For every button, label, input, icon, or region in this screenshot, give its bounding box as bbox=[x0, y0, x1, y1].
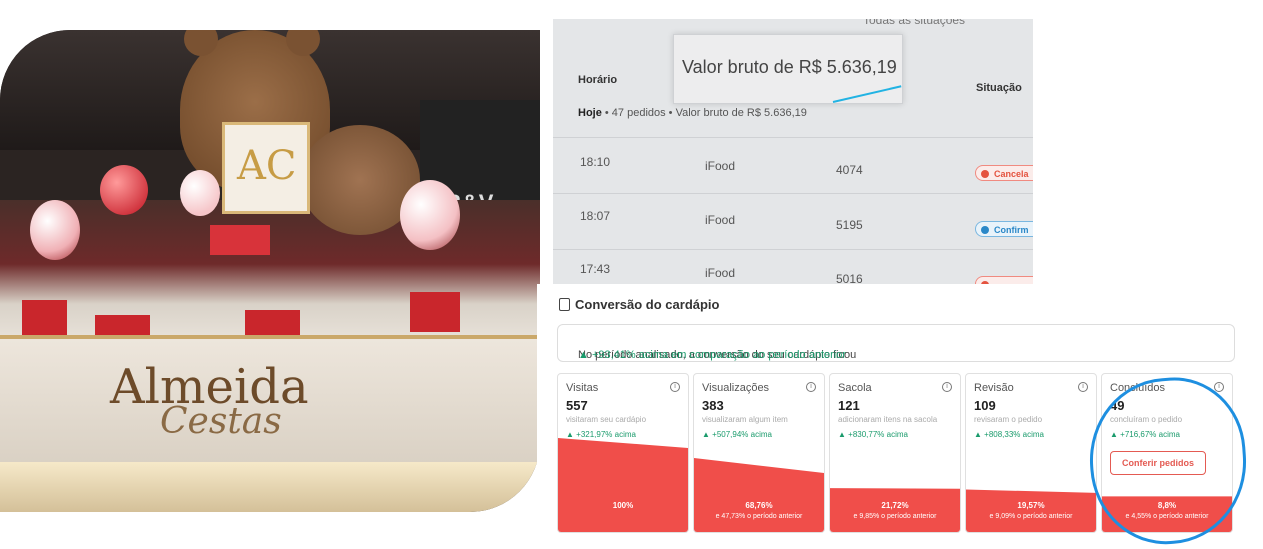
card-value: 383 bbox=[702, 398, 724, 413]
counter-front: Almeida Cestas bbox=[0, 335, 540, 469]
summary-details: • 47 pedidos • Valor bruto de R$ 5.636,1… bbox=[601, 107, 807, 119]
clipboard-icon bbox=[559, 298, 570, 311]
card-title: Visitas bbox=[566, 382, 599, 394]
balloon bbox=[30, 200, 80, 260]
column-horario: Horário bbox=[578, 74, 618, 86]
card-previous: e 9,09% o período anterior bbox=[989, 513, 1073, 520]
gift-box bbox=[210, 225, 270, 255]
floor-light bbox=[0, 462, 540, 512]
order-app: iFood bbox=[705, 159, 736, 173]
filter-label-cut: Todas as situações bbox=[863, 19, 966, 27]
order-time: 17:43 bbox=[580, 262, 611, 276]
status-badge[interactable]: Confirm bbox=[975, 221, 1033, 237]
conversion-banner: No período analisado, a conversão do seu… bbox=[557, 324, 1235, 362]
card-title: Revisão bbox=[974, 382, 1014, 394]
banner-growth: ▲ +93,41% acima em comparação ao período… bbox=[578, 349, 847, 361]
card-percent: 19,57% bbox=[1017, 501, 1045, 510]
card-value: 109 bbox=[974, 398, 996, 413]
order-time: 18:10 bbox=[580, 155, 611, 169]
column-situacao: Situação bbox=[976, 82, 1022, 94]
funnel-card-visitas: Visitas i 557 visitaram seu cardápio ▲ +… bbox=[557, 373, 689, 533]
balloon bbox=[100, 165, 148, 215]
funnel-card-visualizacoes: Visualizações i 383 visualizaram algum i… bbox=[693, 373, 825, 533]
order-app: iFood bbox=[705, 266, 736, 280]
zoomed-gross-value-text: Valor bruto de R$ 5.636,19 bbox=[682, 57, 897, 77]
order-code: 5195 bbox=[836, 218, 863, 232]
info-icon[interactable]: i bbox=[1078, 382, 1088, 392]
brand-logo-plaque: AC bbox=[222, 122, 310, 214]
order-time: 18:07 bbox=[580, 209, 611, 223]
orders-screenshot: Todas as situações Horário Situação Valo… bbox=[553, 19, 1033, 284]
gift-box bbox=[245, 310, 300, 335]
funnel-card-sacola: Sacola i 121 adicionaram itens na sacola… bbox=[829, 373, 961, 533]
day-summary: Hoje • 47 pedidos • Valor bruto de R$ 5.… bbox=[578, 107, 807, 119]
card-percent: 21,72% bbox=[881, 501, 909, 510]
brand-subname: Cestas bbox=[160, 401, 282, 442]
card-previous: e 9,85% o período anterior bbox=[853, 513, 937, 520]
card-value: 121 bbox=[838, 398, 860, 413]
balloon bbox=[400, 180, 460, 250]
info-icon[interactable]: i bbox=[670, 382, 680, 392]
order-app: iFood bbox=[705, 213, 736, 227]
info-icon[interactable]: i bbox=[806, 382, 816, 392]
card-value: 557 bbox=[566, 398, 588, 413]
status-badge[interactable] bbox=[975, 276, 1033, 284]
card-title: Visualizações bbox=[702, 382, 770, 394]
info-icon[interactable]: i bbox=[942, 382, 952, 392]
card-percent: 68,76% bbox=[745, 501, 773, 510]
panel-title: Conversão do cardápio bbox=[575, 297, 720, 312]
gift-box bbox=[95, 315, 150, 337]
card-percent: 100% bbox=[612, 501, 634, 510]
summary-day: Hoje bbox=[578, 107, 602, 119]
store-photo: R&V AC Almeida Cestas bbox=[0, 30, 540, 512]
card-subtitle: visualizaram algum item bbox=[702, 415, 788, 424]
status-badge[interactable]: Cancela bbox=[975, 165, 1033, 181]
gift-box bbox=[22, 300, 67, 335]
card-title: Sacola bbox=[838, 382, 872, 394]
card-previous: e 47,73% o período anterior bbox=[715, 513, 803, 520]
card-subtitle: visitaram seu cardápio bbox=[566, 415, 647, 424]
card-subtitle: revisaram o pedido bbox=[974, 415, 1043, 424]
funnel-area bbox=[558, 438, 688, 532]
order-code: 4074 bbox=[836, 163, 863, 177]
card-subtitle: adicionaram itens na sacola bbox=[838, 415, 938, 424]
funnel-card-revisao: Revisão i 109 revisaram o pedido ▲ +808,… bbox=[965, 373, 1097, 533]
order-code: 5016 bbox=[836, 272, 863, 284]
gift-box bbox=[410, 292, 460, 332]
balloon bbox=[180, 170, 220, 216]
logo-letters: AC bbox=[237, 143, 297, 189]
